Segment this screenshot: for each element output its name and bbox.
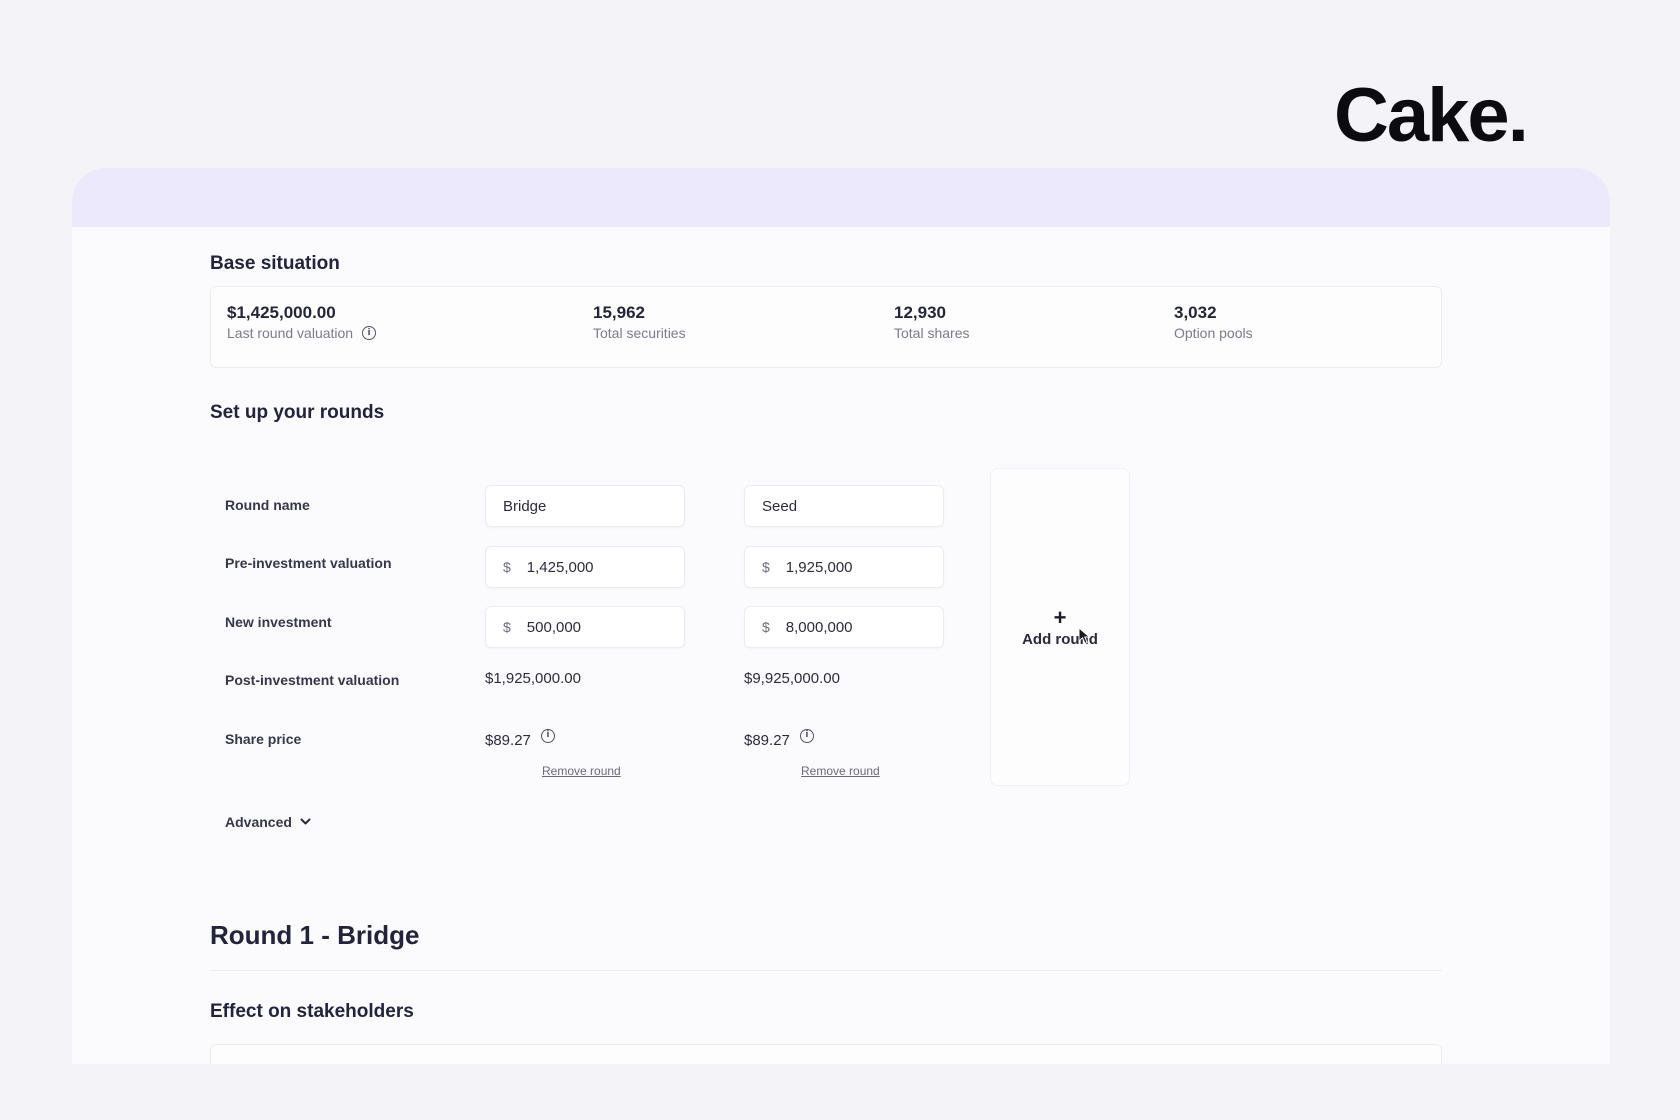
stat-value: $1,425,000.00 <box>227 303 336 322</box>
base-situation-title: Base situation <box>210 253 340 274</box>
round-2-post-value: $9,925,000.00 <box>744 670 840 687</box>
stat-total-shares: 12,930 Total shares <box>894 303 969 341</box>
label-share-price: Share price <box>225 731 302 747</box>
base-stats-box: $1,425,000.00 Last round valuation i 15,… <box>210 286 1442 368</box>
mouse-cursor-icon <box>1078 627 1091 645</box>
round-2-new-field[interactable] <box>785 618 926 636</box>
stat-label: Option pools <box>1174 325 1253 341</box>
plus-icon: + <box>1053 604 1067 630</box>
stat-value: 3,032 <box>1174 303 1217 322</box>
info-icon[interactable]: i <box>362 326 377 340</box>
section-divider <box>210 970 1442 971</box>
stat-total-securities: 15,962 Total securities <box>593 303 686 341</box>
advanced-label: Advanced <box>225 814 292 830</box>
round-2-pre-input[interactable]: $ <box>744 546 944 588</box>
stat-value: 12,930 <box>894 303 946 322</box>
round-1-new-field[interactable] <box>526 618 667 636</box>
currency-symbol: $ <box>762 619 770 635</box>
share-price-value: $89.27 <box>744 732 790 749</box>
main-card: Base situation $1,425,000.00 Last round … <box>72 168 1610 1064</box>
add-round-button[interactable]: + Add round <box>990 468 1130 786</box>
advanced-toggle[interactable]: Advanced <box>225 814 311 830</box>
round-2-share-price: $89.27 i <box>744 728 814 749</box>
share-price-value: $89.27 <box>485 732 531 749</box>
round-1-post-value: $1,925,000.00 <box>485 670 581 687</box>
label-post-investment: Post-investment valuation <box>225 672 400 688</box>
currency-symbol: $ <box>503 619 511 635</box>
stat-value: 15,962 <box>593 303 645 322</box>
currency-symbol: $ <box>503 559 511 575</box>
stakeholders-table <box>210 1044 1442 1064</box>
setup-rounds-title: Set up your rounds <box>210 402 385 423</box>
card-content: Base situation $1,425,000.00 Last round … <box>72 227 1610 1064</box>
round-1-share-price: $89.27 i <box>485 728 555 749</box>
stat-last-round-valuation: $1,425,000.00 Last round valuation i <box>227 303 377 341</box>
stat-option-pools: 3,032 Option pools <box>1174 303 1253 341</box>
round-1-name-input[interactable] <box>485 485 685 527</box>
label-new-investment: New investment <box>225 614 332 630</box>
stat-label: Total shares <box>894 325 970 341</box>
card-header-band <box>72 168 1610 227</box>
stat-label: Total securities <box>593 325 686 341</box>
round-1-pre-field[interactable] <box>526 558 667 576</box>
round-2-remove-link[interactable]: Remove round <box>801 764 880 778</box>
effect-title: Effect on stakeholders <box>210 1001 414 1022</box>
round-2-pre-field[interactable] <box>785 558 926 576</box>
round-1-remove-link[interactable]: Remove round <box>542 764 621 778</box>
round-2-new-input[interactable]: $ <box>744 606 944 648</box>
round-1-new-input[interactable]: $ <box>485 606 685 648</box>
round-2-name-input[interactable] <box>744 485 944 527</box>
stat-label-row: Last round valuation i <box>227 325 377 341</box>
currency-symbol: $ <box>762 559 770 575</box>
label-pre-investment: Pre-investment valuation <box>225 555 392 571</box>
cake-logo: Cake. <box>1334 73 1529 158</box>
info-icon[interactable]: i <box>540 728 555 743</box>
chevron-down-icon <box>300 818 311 825</box>
info-icon[interactable]: i <box>799 728 814 743</box>
round-1-title: Round 1 - Bridge <box>210 920 420 950</box>
label-round-name: Round name <box>225 497 310 513</box>
stat-label: Last round valuation <box>227 325 354 341</box>
round-2-name-field[interactable] <box>762 497 902 515</box>
round-1-name-field[interactable] <box>503 497 643 515</box>
round-1-pre-input[interactable]: $ <box>485 546 685 588</box>
